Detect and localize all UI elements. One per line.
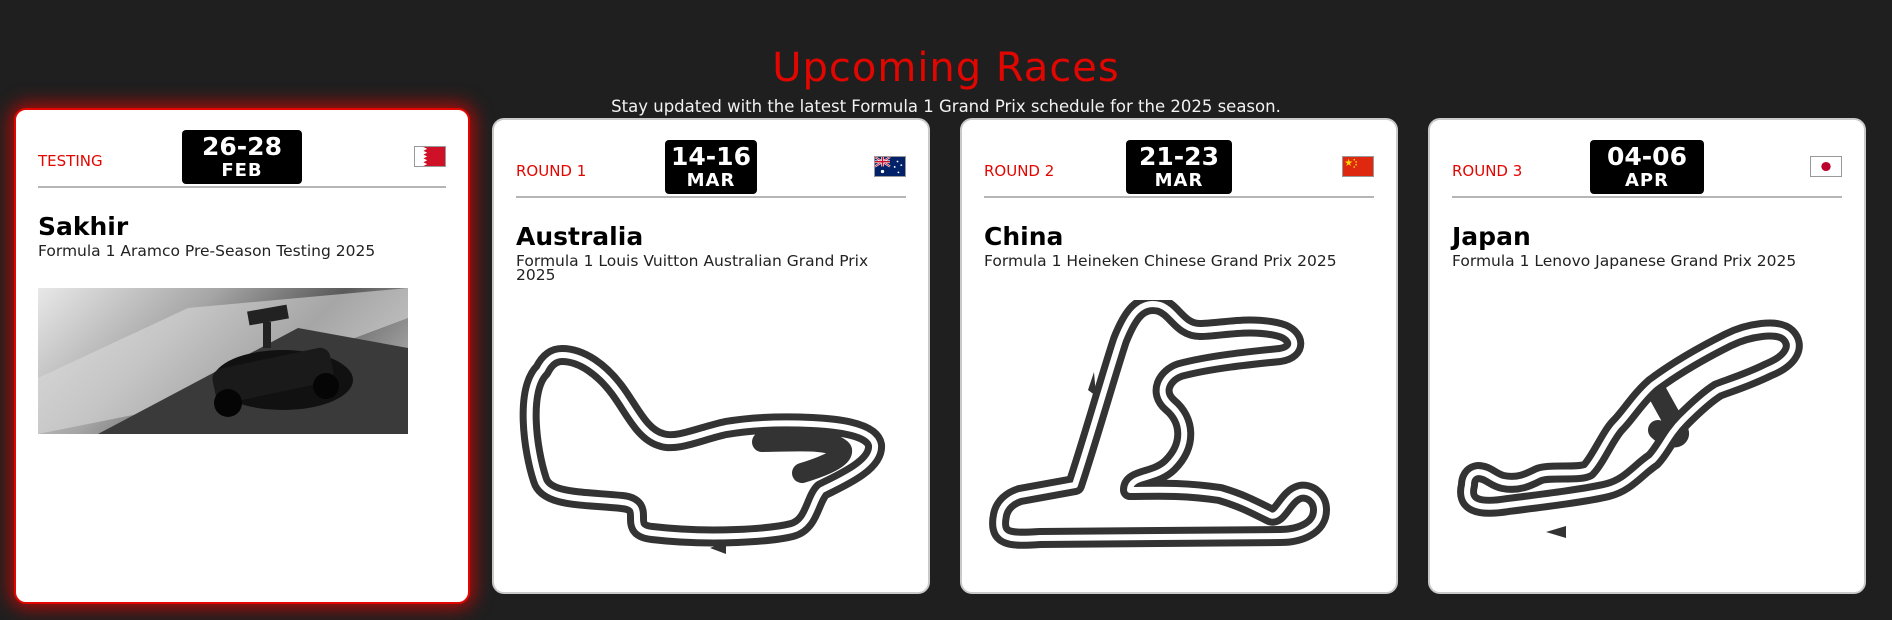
round-label: ROUND 1 (516, 162, 587, 180)
race-name: Formula 1 Aramco Pre-Season Testing 2025 (38, 242, 376, 260)
page-title: Upcoming Races (772, 44, 1120, 91)
round-label: ROUND 2 (984, 162, 1055, 180)
card-header: TESTING 26-28 FEB (38, 130, 446, 188)
australia-flag-icon (874, 156, 906, 177)
card-header: ROUND 1 14-16 MAR (516, 140, 906, 198)
race-card-round-1[interactable]: ROUND 1 14-16 MAR Australia Formula 1 Lo… (492, 118, 930, 594)
bahrain-flag-icon (414, 146, 446, 167)
date-badge: 04-06 APR (1590, 140, 1704, 194)
race-location: China (984, 222, 1064, 251)
round-label: TESTING (38, 152, 103, 170)
card-header: ROUND 3 04-06 APR (1452, 140, 1842, 198)
japan-flag-icon (1810, 156, 1842, 177)
date-badge: 14-16 MAR (665, 140, 757, 194)
date-days: 04-06 (1607, 142, 1687, 171)
date-month: APR (1625, 170, 1669, 191)
race-name: Formula 1 Louis Vuitton Australian Grand… (516, 252, 869, 284)
race-name: Formula 1 Heineken Chinese Grand Prix 20… (984, 252, 1337, 270)
china-flag-icon (1342, 156, 1374, 177)
race-location: Sakhir (38, 212, 129, 241)
race-card-round-3[interactable]: ROUND 3 04-06 APR Japan Formula 1 Lenovo… (1428, 118, 1866, 594)
race-card-round-2[interactable]: ROUND 2 21-23 MAR China Formula 1 Heinek… (960, 118, 1398, 594)
date-month: MAR (686, 170, 736, 191)
albert-park-track-icon (519, 345, 885, 554)
round-label: ROUND 3 (1452, 162, 1523, 180)
date-days: 26-28 (202, 132, 282, 161)
suzuka-track-icon (1457, 319, 1803, 538)
date-badge: 21-23 MAR (1126, 140, 1232, 194)
card-header: ROUND 2 21-23 MAR (984, 140, 1374, 198)
shanghai-track-icon (989, 300, 1330, 549)
race-location: Australia (516, 222, 644, 251)
date-badge: 26-28 FEB (182, 130, 302, 184)
race-location: Japan (1452, 222, 1531, 251)
date-days: 14-16 (671, 142, 751, 171)
race-name: Formula 1 Lenovo Japanese Grand Prix 202… (1452, 252, 1797, 270)
date-days: 21-23 (1139, 142, 1219, 171)
date-month: FEB (221, 160, 263, 181)
date-month: MAR (1154, 170, 1204, 191)
race-card-testing[interactable]: TESTING 26-28 FEB Sakhir Formula 1 Aramc… (14, 108, 470, 604)
testing-car-photo (38, 288, 408, 434)
